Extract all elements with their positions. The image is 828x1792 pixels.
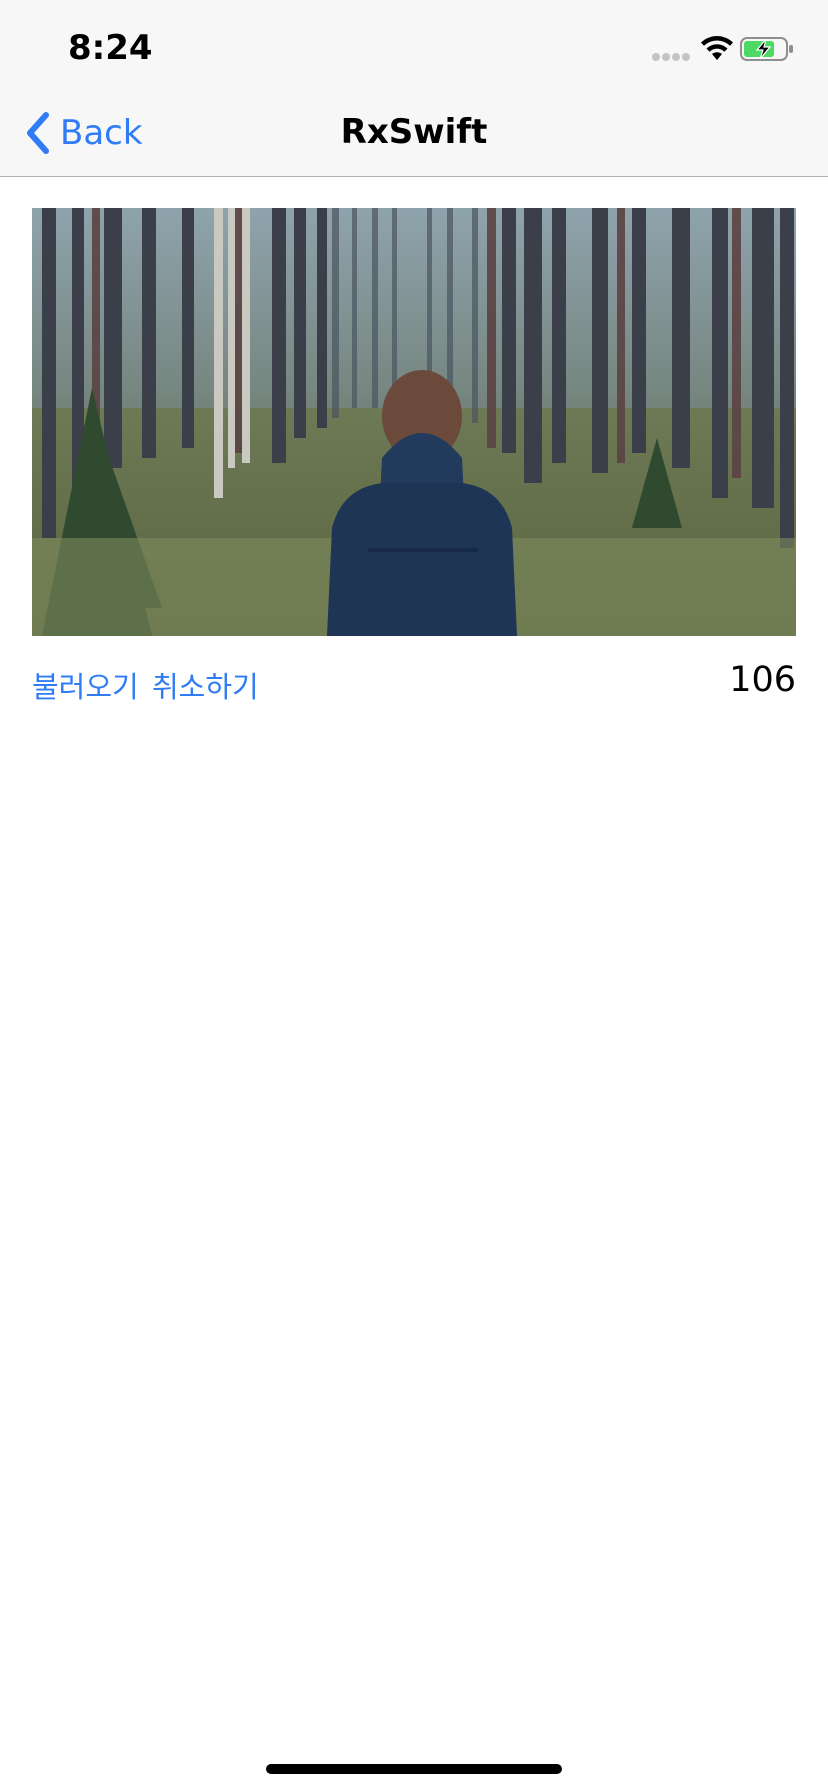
controls-row: 불러오기 취소하기 106 bbox=[32, 660, 796, 708]
status-time: 8:24 bbox=[68, 28, 153, 68]
wifi-icon bbox=[701, 36, 733, 60]
status-bar: 8:24 bbox=[0, 0, 828, 92]
navigation-bar: Back RxSwift bbox=[0, 92, 828, 177]
page-title: RxSwift bbox=[340, 112, 488, 152]
load-button[interactable]: 불러오기 bbox=[32, 664, 139, 706]
home-indicator[interactable] bbox=[266, 1764, 562, 1774]
battery-charging-icon bbox=[740, 37, 793, 61]
counter-label: 106 bbox=[729, 660, 796, 700]
forest-photo-image bbox=[32, 208, 796, 636]
signal-dots-icon bbox=[652, 53, 690, 61]
app-screen: 8:24 Back RxSwift 불러오기 취소하기 106 bbox=[0, 0, 828, 1792]
cancel-button[interactable]: 취소하기 bbox=[152, 664, 259, 706]
forest-photo bbox=[32, 208, 796, 636]
